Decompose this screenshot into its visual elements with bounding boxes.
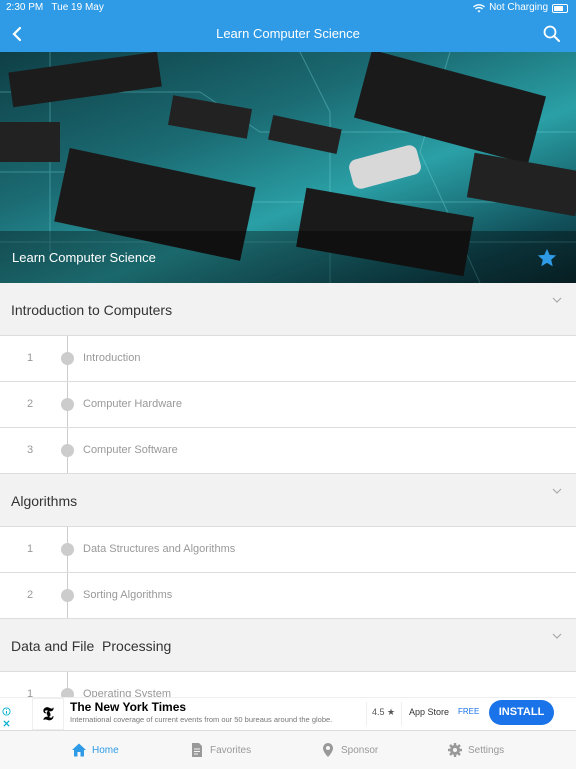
- lesson-title: Operating System: [83, 688, 172, 697]
- lesson-row[interactable]: 1 Operating System: [0, 672, 576, 697]
- lesson-number: 3: [26, 444, 34, 456]
- lesson-title: Computer Software: [83, 444, 178, 456]
- ad-title: The New York Times: [70, 700, 187, 714]
- ad-price: FREE: [458, 707, 480, 716]
- tab-bar: Home Favorites Sponsor Settings: [0, 730, 576, 769]
- ad-info-icon[interactable]: [2, 707, 11, 716]
- tab-label: Home: [92, 744, 119, 756]
- section-header[interactable]: Data and File Processing: [0, 619, 576, 672]
- wifi-icon: [473, 3, 486, 12]
- lesson-title: Computer Hardware: [83, 398, 183, 410]
- lesson-title: Introduction: [83, 352, 141, 364]
- status-bar: 2:30 PM Tue 19 May Not Charging: [0, 0, 576, 16]
- section-title: Data and File Processing: [11, 638, 172, 654]
- tab-label: Favorites: [210, 744, 252, 756]
- tab-label: Settings: [468, 744, 505, 756]
- navigation-bar: Learn Computer Science: [0, 16, 576, 52]
- timeline-dot: [61, 589, 74, 602]
- status-time-date: 2:30 PM Tue 19 May: [6, 0, 104, 16]
- lesson-row[interactable]: 1 Introduction: [0, 336, 576, 382]
- section-header[interactable]: Introduction to Computers: [0, 283, 576, 336]
- tab-favorites[interactable]: Favorites: [189, 731, 251, 769]
- timeline-dot: [61, 688, 74, 697]
- gear-icon: [448, 743, 462, 757]
- lesson-row[interactable]: 2 Sorting Algorithms: [0, 573, 576, 619]
- timeline-dot: [61, 444, 74, 457]
- timeline-dot: [61, 398, 74, 411]
- lesson-number: 2: [26, 589, 34, 601]
- install-button[interactable]: INSTALL: [489, 700, 554, 725]
- location-pin-icon: [323, 743, 333, 757]
- status-date: Tue 19 May: [51, 2, 104, 13]
- tab-settings[interactable]: Settings: [447, 731, 504, 769]
- tab-sponsor[interactable]: Sponsor: [320, 731, 378, 769]
- timeline-dot: [61, 543, 74, 556]
- tab-home[interactable]: Home: [71, 731, 119, 769]
- ad-banner[interactable]: 𝕿 The New York Times International cover…: [0, 697, 576, 731]
- ad-divider: [401, 702, 402, 726]
- nyt-logo: 𝕿: [32, 698, 64, 730]
- lesson-number: 1: [26, 352, 34, 364]
- lesson-list: Introduction to Computers 1 Introduction…: [0, 283, 576, 697]
- ad-close-icon[interactable]: [2, 719, 11, 728]
- section-title: Algorithms: [11, 493, 78, 509]
- hero-title: Learn Computer Science: [12, 250, 156, 265]
- status-time: 2:30 PM: [6, 2, 44, 13]
- search-icon[interactable]: [542, 24, 562, 44]
- battery-icon: [552, 3, 568, 13]
- status-right: Not Charging: [473, 0, 568, 16]
- lesson-row[interactable]: 1 Data Structures and Algorithms: [0, 527, 576, 573]
- lesson-number: 2: [26, 398, 34, 410]
- timeline-dot: [61, 352, 74, 365]
- lesson-title: Sorting Algorithms: [83, 589, 173, 601]
- chevron-down-icon[interactable]: [552, 295, 562, 305]
- ad-rating: 4.5 ★: [372, 707, 396, 717]
- lesson-title: Data Structures and Algorithms: [83, 543, 236, 555]
- tab-label: Sponsor: [341, 744, 379, 756]
- charging-status: Not Charging: [489, 2, 548, 13]
- home-icon: [72, 743, 86, 757]
- hero-banner: Learn Computer Science: [0, 52, 576, 283]
- document-icon: [192, 743, 202, 757]
- star-icon[interactable]: [536, 247, 558, 269]
- lesson-row[interactable]: 3 Computer Software: [0, 428, 576, 474]
- section-header[interactable]: Algorithms: [0, 474, 576, 527]
- lesson-row[interactable]: 2 Computer Hardware: [0, 382, 576, 428]
- ad-divider: [366, 702, 367, 726]
- lesson-number: 1: [26, 543, 34, 555]
- ad-description: International coverage of current events…: [70, 715, 333, 724]
- chevron-down-icon[interactable]: [552, 486, 562, 496]
- chevron-down-icon[interactable]: [552, 631, 562, 641]
- page-title: Learn Computer Science: [216, 26, 360, 41]
- lesson-number: 1: [26, 688, 34, 697]
- ad-store: App Store: [409, 707, 450, 717]
- section-title: Introduction to Computers: [11, 302, 173, 318]
